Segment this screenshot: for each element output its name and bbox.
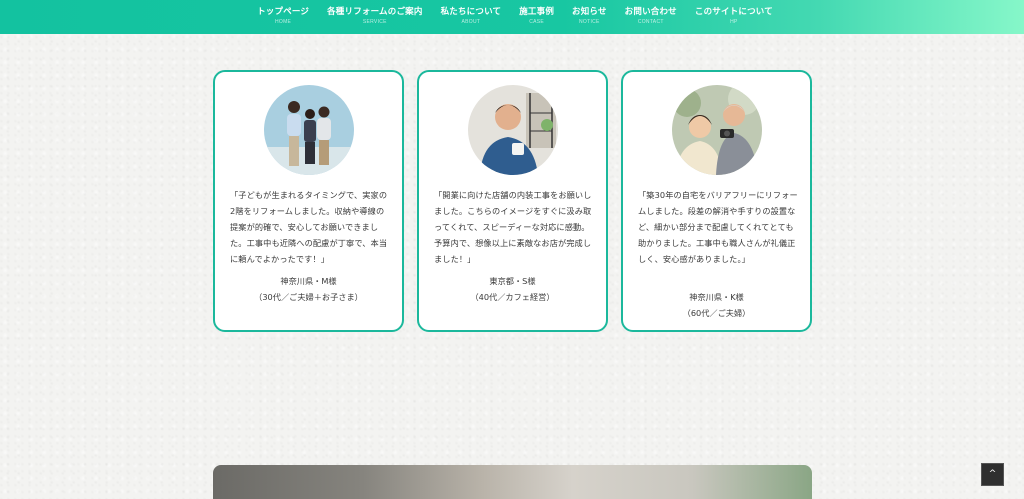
nav-item-hp[interactable]: このサイトについて HP [686, 0, 782, 27]
nav-item-home[interactable]: トップページ HOME [248, 0, 318, 27]
testimonial-quote: 「築30年の自宅をバリアフリーにリフォームしました。段差の解消や手すりの設置など… [638, 190, 798, 264]
author-detail: （30代／ご夫婦＋お子さま） [254, 292, 363, 302]
nav-label: このサイトについて [694, 7, 773, 17]
nav-label: お知らせ [572, 7, 607, 17]
testimonial-author: 神奈川県・K様 （60代／ご夫婦） [623, 289, 810, 321]
testimonial-author: 神奈川県・M様 （30代／ご夫婦＋お子さま） [215, 273, 402, 305]
nav-sublabel: HOME [274, 19, 292, 25]
nav-label: 各種リフォームのご案内 [327, 7, 423, 17]
author-name: 神奈川県・K様 [689, 292, 744, 302]
author-name: 東京都・S様 [489, 276, 536, 286]
section-banner-image [213, 465, 812, 499]
global-nav: トップページ HOME 各種リフォームのご案内 SERVICE 私たちについて … [0, 0, 1024, 34]
nav-label: 私たちについて [440, 7, 502, 17]
nav-label: お問い合わせ [624, 7, 677, 17]
testimonial-list: 「子どもが生まれるタイミングで、実家の2階をリフォームしました。収納や導線の提案… [213, 70, 812, 332]
nav-sublabel: HP [730, 19, 738, 25]
testimonial-quote: 「子どもが生まれるタイミングで、実家の2階をリフォームしました。収納や導線の提案… [230, 190, 388, 264]
nav-label: トップページ [257, 7, 310, 17]
family-photo [264, 85, 354, 175]
nav-sublabel: CASE [529, 19, 545, 25]
cafe-owner-photo [468, 85, 558, 175]
back-to-top-button[interactable]: ^ [981, 463, 1004, 486]
testimonial-quote: 「開業に向けた店舗の内装工事をお願いしました。こちらのイメージをすぐに汲み取って… [434, 190, 592, 264]
testimonial-card: 「開業に向けた店舗の内装工事をお願いしました。こちらのイメージをすぐに汲み取って… [417, 70, 608, 332]
chevron-up-icon: ^ [988, 469, 997, 479]
author-detail: （60代／ご夫婦） [682, 308, 751, 318]
nav-item-service[interactable]: 各種リフォームのご案内 SERVICE [318, 0, 431, 27]
testimonial-author: 東京都・S様 （40代／カフェ経営） [419, 273, 606, 305]
nav-item-contact[interactable]: お問い合わせ CONTACT [616, 0, 686, 27]
nav-sublabel: CONTACT [637, 19, 664, 25]
nav-list: トップページ HOME 各種リフォームのご案内 SERVICE 私たちについて … [248, 0, 782, 27]
testimonial-card: 「子どもが生まれるタイミングで、実家の2階をリフォームしました。収納や導線の提案… [213, 70, 404, 332]
nav-item-notice[interactable]: お知らせ NOTICE [563, 0, 616, 27]
nav-item-about[interactable]: 私たちについて ABOUT [432, 0, 511, 27]
testimonial-card: 「築30年の自宅をバリアフリーにリフォームしました。段差の解消や手すりの設置など… [621, 70, 812, 332]
author-detail: （40代／カフェ経営） [470, 292, 555, 302]
nav-sublabel: ABOUT [461, 19, 481, 25]
nav-sublabel: NOTICE [579, 19, 600, 25]
nav-item-case[interactable]: 施工事例 CASE [510, 0, 563, 27]
author-name: 神奈川県・M様 [280, 276, 337, 286]
nav-label: 施工事例 [519, 7, 555, 17]
nav-sublabel: SERVICE [362, 19, 387, 25]
senior-couple-photo [672, 85, 762, 175]
